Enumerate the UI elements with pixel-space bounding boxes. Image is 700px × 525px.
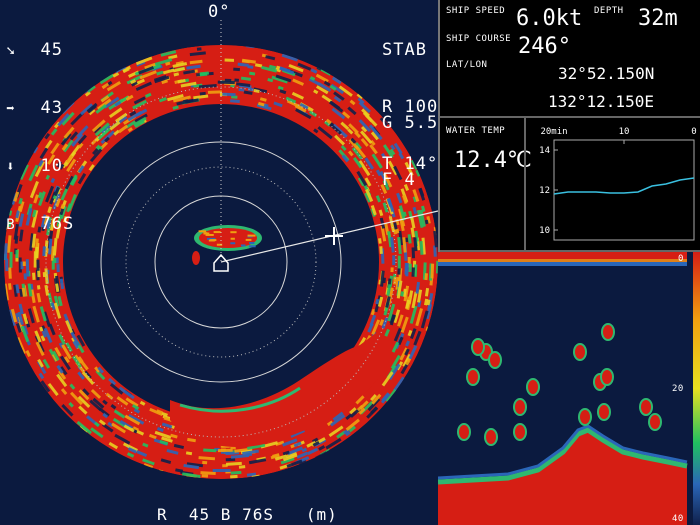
echo-sounder-display[interactable]: 0 20 40 xyxy=(438,252,700,525)
ship-speed-label: SHIP SPEED xyxy=(446,6,506,16)
filter-setting: F 4 xyxy=(382,170,416,190)
water-temp-label: WATER TEMP xyxy=(446,126,506,136)
readout-value: 10 xyxy=(40,156,63,176)
latlon-label: LAT/LON xyxy=(446,60,488,70)
sonar-display[interactable]: ➘ 45 ➡ 43 ⬇ 10 B 76S 0° STAB R 100 T 14°… xyxy=(0,0,438,525)
fish-echo xyxy=(597,403,611,421)
temp-y-tick-label: 14 xyxy=(539,146,550,156)
longitude-value: 132°12.150E xyxy=(548,92,654,111)
right-arrow-icon: ➡ xyxy=(6,101,16,117)
readout-value: 43 xyxy=(40,98,63,118)
fish-echo xyxy=(488,351,502,369)
fish-echo xyxy=(513,423,527,441)
depth-scale-label-40: 40 xyxy=(672,514,684,524)
fish-echo xyxy=(601,323,615,341)
fish-echo xyxy=(466,368,480,386)
ship-course-label: SHIP COURSE xyxy=(446,34,512,44)
bearing-zero-label: 0° xyxy=(208,2,231,22)
readout-value: 45 xyxy=(40,40,63,60)
fish-echo xyxy=(578,408,592,426)
fish-school-echo xyxy=(192,225,262,265)
cursor-cross-icon xyxy=(325,227,343,245)
fish-echo xyxy=(648,413,662,431)
temp-y-tick-label: 12 xyxy=(539,186,550,196)
stab-label: STAB xyxy=(382,40,427,60)
sonar-gain-readouts: G 5.5 F 4 xyxy=(382,76,438,228)
temp-x-tick-label: 20min xyxy=(540,127,567,137)
temp-x-tick-label: 0 xyxy=(691,127,696,137)
water-temp-trend-chart: 14 12 10 20min 10 0 xyxy=(539,127,697,241)
bearing-label: B xyxy=(6,217,16,233)
readout-row-2: ➡ 43 xyxy=(4,99,74,119)
depth-scale-label-20: 20 xyxy=(672,384,684,394)
readout-value: 76S xyxy=(40,214,75,234)
fish-echo xyxy=(600,368,614,386)
gain-setting: G 5.5 xyxy=(382,113,438,133)
sonar-top-left-readouts: ➘ 45 ➡ 43 ⬇ 10 B 76S xyxy=(4,3,74,273)
latitude-value: 32°52.150N xyxy=(558,64,655,83)
temp-x-tick-label: 10 xyxy=(619,127,630,137)
down-right-arrow-icon: ➘ xyxy=(6,43,16,59)
own-ship-icon xyxy=(213,253,229,272)
readout-row-4: B 76S xyxy=(4,215,74,235)
fish-echo xyxy=(484,428,498,446)
navigation-panel: SHIP SPEED 6.0kt DEPTH 32m SHIP COURSE 2… xyxy=(440,0,700,115)
water-temp-panel: WATER TEMP 12.4℃ 14 12 10 20min 10 0 xyxy=(440,118,700,251)
fish-echo xyxy=(526,378,540,396)
down-arrow-icon: ⬇ xyxy=(6,159,16,175)
depth-scale-label-0: 0 xyxy=(678,254,684,264)
temp-y-tick-label: 10 xyxy=(539,226,550,236)
fish-echo xyxy=(471,338,485,356)
readout-row-3: ⬇ 10 xyxy=(4,157,74,177)
ship-speed-value: 6.0kt xyxy=(516,6,583,31)
echo-sounder-plot xyxy=(438,252,700,525)
fish-echo xyxy=(573,343,587,361)
sonar-status-bar: R 45 B 76S (m) xyxy=(157,505,338,524)
depth-value: 32m xyxy=(638,6,678,31)
fish-echo xyxy=(513,398,527,416)
ship-course-value: 246° xyxy=(518,34,571,59)
depth-label: DEPTH xyxy=(594,6,624,16)
fish-echo xyxy=(457,423,471,441)
temp-series-line xyxy=(553,177,695,195)
water-temp-value: 12.4℃ xyxy=(454,148,532,173)
color-scale-bar xyxy=(693,252,700,525)
readout-row-1: ➘ 45 xyxy=(4,41,74,61)
fish-echo xyxy=(639,398,653,416)
